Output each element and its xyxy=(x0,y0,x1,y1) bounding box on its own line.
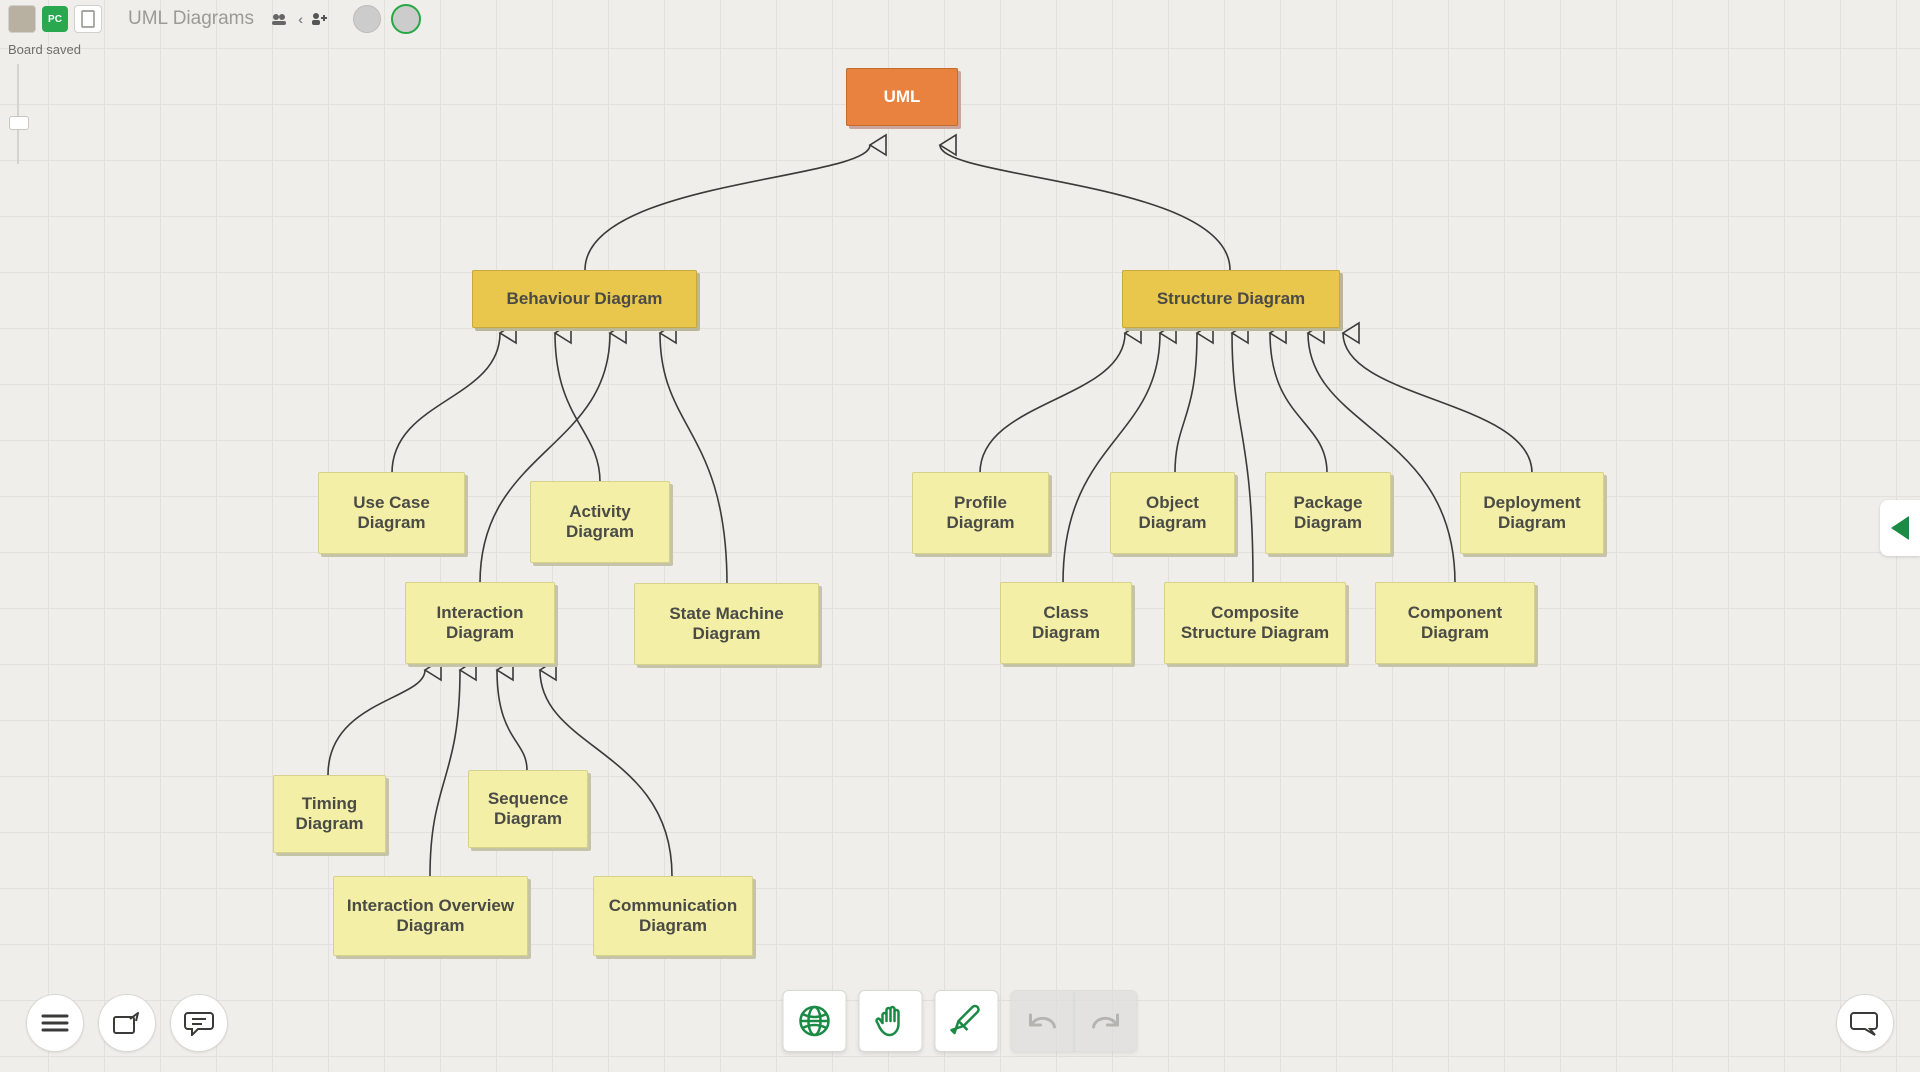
node-uml[interactable]: UML xyxy=(846,68,958,126)
top-bar: PC UML Diagrams ‹‹ xyxy=(8,4,421,34)
hamburger-icon xyxy=(41,1013,69,1033)
node-class-diagram[interactable]: Class Diagram xyxy=(1000,582,1132,664)
feedback-button[interactable] xyxy=(1836,994,1894,1052)
undo-icon xyxy=(1025,1009,1061,1033)
node-component-diagram[interactable]: Component Diagram xyxy=(1375,582,1535,664)
pan-tool-button[interactable] xyxy=(859,990,923,1052)
node-object-diagram[interactable]: Object Diagram xyxy=(1110,472,1235,554)
workspace-avatar-tab[interactable] xyxy=(8,5,36,33)
node-sequence-diagram[interactable]: Sequence Diagram xyxy=(468,770,588,848)
new-board-tab[interactable] xyxy=(74,5,102,33)
chat-icon xyxy=(184,1010,214,1036)
pencil-icon xyxy=(949,1003,985,1039)
redo-icon xyxy=(1088,1009,1124,1033)
zoom-slider-thumb[interactable] xyxy=(9,116,29,130)
draw-tool-button[interactable] xyxy=(935,990,999,1052)
save-status: Board saved xyxy=(8,42,81,57)
workspace-pc-tab[interactable]: PC xyxy=(42,6,68,32)
collaborator-avatar-1[interactable] xyxy=(353,5,381,33)
board-title[interactable]: UML Diagrams xyxy=(128,8,254,30)
node-profile-diagram[interactable]: Profile Diagram xyxy=(912,472,1049,554)
page-icon xyxy=(81,10,95,28)
redo-button[interactable] xyxy=(1075,990,1138,1052)
node-package-diagram[interactable]: Package Diagram xyxy=(1265,472,1391,554)
node-behaviour-diagram[interactable]: Behaviour Diagram xyxy=(472,270,697,328)
node-communication-diagram[interactable]: Communication Diagram xyxy=(593,876,753,956)
comments-button[interactable] xyxy=(170,994,228,1052)
presentation-tab[interactable] xyxy=(1880,500,1920,556)
export-icon xyxy=(112,1011,142,1035)
navigator-button[interactable] xyxy=(783,990,847,1052)
hand-icon xyxy=(873,1003,909,1039)
undo-button[interactable] xyxy=(1011,990,1075,1052)
menu-button[interactable] xyxy=(26,994,84,1052)
node-interaction-diagram[interactable]: Interaction Diagram xyxy=(405,582,555,664)
export-button[interactable] xyxy=(98,994,156,1052)
node-timing-diagram[interactable]: Timing Diagram xyxy=(273,775,386,853)
globe-icon xyxy=(798,1004,832,1038)
chevrons-left-icon[interactable]: ‹‹ xyxy=(298,11,299,27)
play-left-icon xyxy=(1891,516,1909,540)
node-use-case-diagram[interactable]: Use Case Diagram xyxy=(318,472,465,554)
node-interaction-overview-diagram[interactable]: Interaction Overview Diagram xyxy=(333,876,528,956)
node-structure-diagram[interactable]: Structure Diagram xyxy=(1122,270,1340,328)
node-composite-structure-diagram[interactable]: Composite Structure Diagram xyxy=(1164,582,1346,664)
node-deployment-diagram[interactable]: Deployment Diagram xyxy=(1460,472,1604,554)
zoom-slider[interactable] xyxy=(12,64,24,164)
collaborators-icon[interactable] xyxy=(270,12,288,26)
speech-bubble-icon xyxy=(1850,1010,1880,1036)
node-state-machine-diagram[interactable]: State Machine Diagram xyxy=(634,583,819,665)
collaborator-avatar-2[interactable] xyxy=(391,4,421,34)
add-user-icon[interactable] xyxy=(309,11,329,27)
node-activity-diagram[interactable]: Activity Diagram xyxy=(530,481,670,563)
